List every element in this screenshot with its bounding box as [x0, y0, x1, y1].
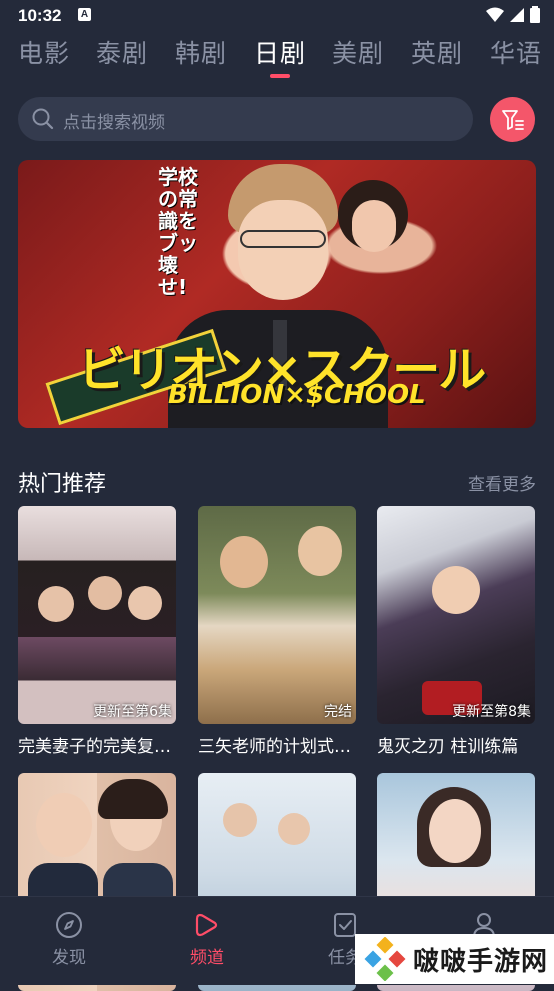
nav-channel[interactable]: 频道 [167, 911, 247, 968]
nav-label: 频道 [190, 948, 224, 968]
compass-icon [56, 912, 82, 938]
watermark-text: 啵啵手游网 [413, 946, 549, 977]
search-icon [32, 108, 54, 130]
tab-thai[interactable]: 泰剧 [96, 34, 148, 70]
nav-discover[interactable]: 发现 [29, 911, 109, 968]
banner-face [238, 200, 328, 300]
filter-icon [501, 109, 524, 130]
active-tab-indicator [270, 74, 290, 78]
poster-image: 更新至第8集 [377, 506, 535, 724]
tab-japanese[interactable]: 日剧 [254, 34, 306, 70]
search-bar[interactable]: 点击搜索视频 [18, 97, 473, 141]
watermark: 啵啵手游网 [355, 934, 554, 984]
status-icons [486, 6, 540, 23]
video-title: 鬼灭之刃 柱训练篇 [377, 737, 519, 757]
video-title: 三矢老师的计划式育儿 [198, 737, 356, 757]
status-bar: 10:32 A [0, 0, 554, 30]
status-time: 10:32 [18, 6, 62, 25]
tab-chinese[interactable]: 华语 [490, 34, 542, 70]
wifi-icon [486, 7, 504, 22]
video-card[interactable]: 更新至第8集 鬼灭之刃 柱训练篇 [377, 506, 535, 757]
search-placeholder: 点击搜索视频 [63, 113, 165, 133]
episode-badge: 更新至第6集 [93, 704, 172, 720]
play-icon [195, 913, 218, 937]
section-title: 热门推荐 [18, 472, 107, 497]
video-card[interactable]: 完结 三矢老师的计划式育儿 [198, 506, 356, 757]
video-card[interactable]: 更新至第6集 完美妻子的完美复仇计划 [18, 506, 176, 757]
tab-korean[interactable]: 韩剧 [175, 34, 227, 70]
tab-british[interactable]: 英剧 [411, 34, 463, 70]
episode-badge: 更新至第8集 [452, 704, 531, 720]
filter-button[interactable] [490, 97, 535, 142]
signal-icon [510, 7, 524, 22]
battery-icon [530, 6, 540, 23]
banner-face-2 [352, 200, 396, 252]
tab-movie[interactable]: 电影 [18, 34, 70, 70]
tab-american[interactable]: 美剧 [332, 34, 384, 70]
nav-label: 发现 [52, 948, 86, 968]
featured-banner[interactable]: 学校の常識をブッ壊せ! ビリオン×スクール BILLION×$CHOOL [18, 160, 536, 428]
banner-glasses [240, 230, 326, 248]
episode-badge: 完结 [324, 704, 352, 720]
notification-icon: A [78, 8, 91, 21]
banner-tagline: 学校の常識をブッ壊せ! [158, 165, 198, 299]
poster-image: 更新至第6集 [18, 506, 176, 724]
view-more-link[interactable]: 查看更多 [468, 470, 536, 495]
poster-image: 完结 [198, 506, 356, 724]
watermark-logo-icon [364, 937, 406, 981]
video-title: 完美妻子的完美复仇计划 [18, 737, 176, 757]
banner-title-en: BILLION×$CHOOL [168, 380, 426, 410]
